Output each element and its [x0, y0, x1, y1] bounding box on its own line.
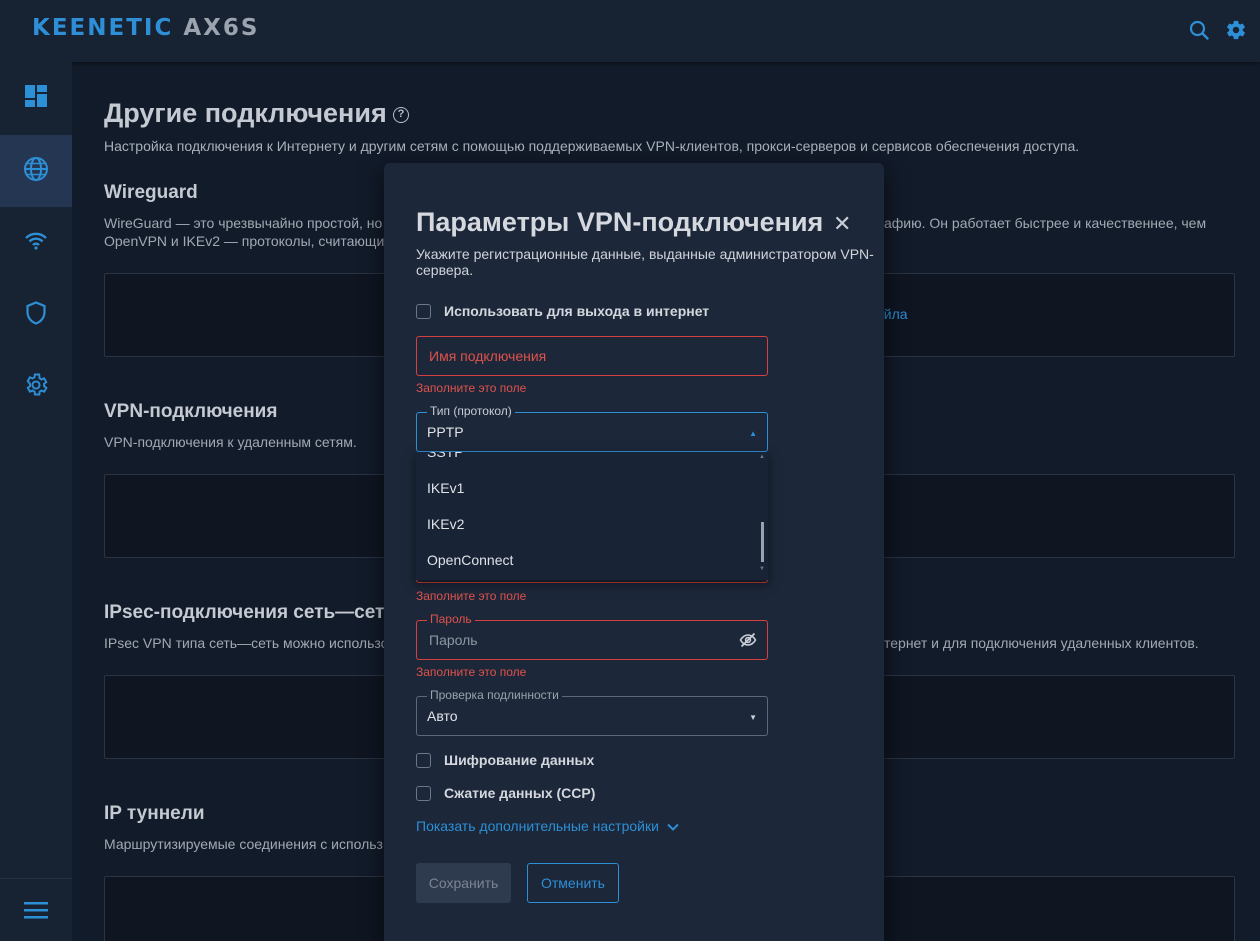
section-desc-ipsec-left: IPsec VPN типа сеть—сеть можно использо — [104, 635, 389, 651]
scroll-up-icon[interactable]: ▲ — [759, 454, 765, 460]
protocol-label: Тип (протокол) — [427, 404, 515, 418]
close-icon[interactable]: ✕ — [833, 213, 851, 235]
dashboard-icon — [24, 84, 48, 113]
login-error: Заполните это поле — [416, 589, 527, 603]
sidebar-item-wifi[interactable] — [0, 207, 72, 279]
use-for-internet-label: Использовать для выхода в интернет — [444, 303, 710, 319]
protocol-value: PPTP — [427, 424, 464, 440]
chevron-down-icon — [667, 818, 679, 834]
brand-name: KEENETIC — [32, 15, 174, 41]
protocol-option-ikev2[interactable]: IKEv2 — [427, 516, 464, 532]
section-desc-wireguard-1: WireGuard — это чрезвычайно простой, но … — [104, 215, 394, 231]
password-field[interactable]: Пароль Пароль — [416, 612, 768, 660]
section-title-ip-tunnels: IP туннели — [104, 803, 205, 824]
auth-select[interactable]: Проверка подлинности Авто ▼ — [416, 688, 768, 736]
section-title-vpn: VPN-подключения — [104, 401, 278, 422]
connection-name-field[interactable]: Имя подключения — [416, 336, 768, 376]
use-for-internet-option[interactable]: Использовать для выхода в интернет — [416, 303, 709, 319]
protocol-option-openconnect[interactable]: OpenConnect — [427, 552, 513, 568]
top-bar: KEENETIC AX6S — [0, 0, 1260, 62]
chevron-up-icon: ▲ — [749, 429, 757, 438]
scroll-down-icon[interactable]: ▼ — [759, 566, 765, 572]
page-description: Настройка подключения к Интернету и друг… — [104, 138, 1080, 154]
chevron-down-icon: ▼ — [749, 713, 757, 722]
show-advanced-settings-link[interactable]: Показать дополнительные настройки — [416, 818, 679, 834]
section-desc-wireguard-right: афию. Он работает быстрее и качественнее… — [884, 215, 1207, 231]
protocol-option-sstp[interactable]: SSTP — [427, 452, 464, 460]
gear-icon — [23, 372, 49, 403]
section-desc-wireguard-2: OpenVPN и IKEv2 — протоколы, считающие — [104, 233, 393, 249]
password-error: Заполните это поле — [416, 665, 527, 679]
sidebar-item-dashboard[interactable] — [0, 62, 72, 134]
eye-off-icon[interactable] — [739, 631, 757, 654]
section-desc-vpn: VPN-подключения к удаленным сетям. — [104, 434, 357, 450]
page-title: Другие подключения — [104, 98, 387, 128]
connection-name-error: Заполните это поле — [416, 381, 527, 395]
gear-icon[interactable] — [1225, 19, 1247, 46]
sidebar-item-internet[interactable] — [0, 135, 72, 207]
brand-logo[interactable]: KEENETIC AX6S — [32, 15, 259, 41]
section-title-ipsec: IPsec-подключения сеть—сет — [104, 602, 385, 623]
cancel-button[interactable]: Отменить — [527, 863, 619, 903]
auth-value: Авто — [427, 708, 458, 724]
sidebar-item-settings[interactable] — [0, 351, 72, 423]
globe-icon — [23, 156, 49, 187]
use-for-internet-checkbox[interactable] — [416, 303, 431, 319]
model-name: AX6S — [183, 15, 260, 41]
connection-name-placeholder: Имя подключения — [429, 348, 547, 364]
sidebar — [0, 62, 72, 941]
search-icon[interactable] — [1189, 20, 1209, 45]
compression-checkbox[interactable] — [416, 785, 431, 801]
dropdown-scrollbar[interactable] — [761, 522, 764, 562]
wifi-icon — [24, 231, 48, 256]
compression-option[interactable]: Сжатие данных (CCP) — [416, 785, 595, 801]
protocol-select[interactable]: Тип (протокол) PPTP ▲ — [416, 404, 768, 452]
encryption-checkbox[interactable] — [416, 752, 431, 768]
compression-label: Сжатие данных (CCP) — [444, 785, 596, 801]
sidebar-menu-toggle[interactable] — [0, 876, 72, 941]
section-desc-ipsec-right: тернет и для подключения удаленных клиен… — [884, 635, 1199, 651]
password-placeholder: Пароль — [429, 632, 478, 648]
password-label: Пароль — [427, 612, 475, 626]
vpn-settings-dialog: Параметры VPN-подключения ✕ Укажите реги… — [384, 163, 884, 941]
protocol-dropdown: SSTP IKEv1 IKEv2 OpenConnect ▲ ▼ — [416, 452, 768, 580]
help-icon[interactable]: ? — [393, 107, 409, 123]
sidebar-item-security[interactable] — [0, 279, 72, 351]
section-desc-ip-tunnels: Маршрутизируемые соединения с использ — [104, 836, 383, 852]
dialog-subtitle: Укажите регистрационные данные, выданные… — [416, 246, 874, 278]
dialog-title: Параметры VPN-подключения — [416, 207, 824, 237]
auth-label: Проверка подлинности — [427, 688, 562, 702]
section-title-wireguard: Wireguard — [104, 182, 198, 203]
menu-icon — [23, 900, 49, 925]
protocol-option-ikev1[interactable]: IKEv1 — [427, 480, 464, 496]
show-advanced-label: Показать дополнительные настройки — [416, 818, 659, 834]
shield-icon — [25, 300, 47, 330]
encryption-option[interactable]: Шифрование данных — [416, 752, 594, 768]
save-button[interactable]: Сохранить — [416, 863, 511, 903]
encryption-label: Шифрование данных — [444, 752, 595, 768]
